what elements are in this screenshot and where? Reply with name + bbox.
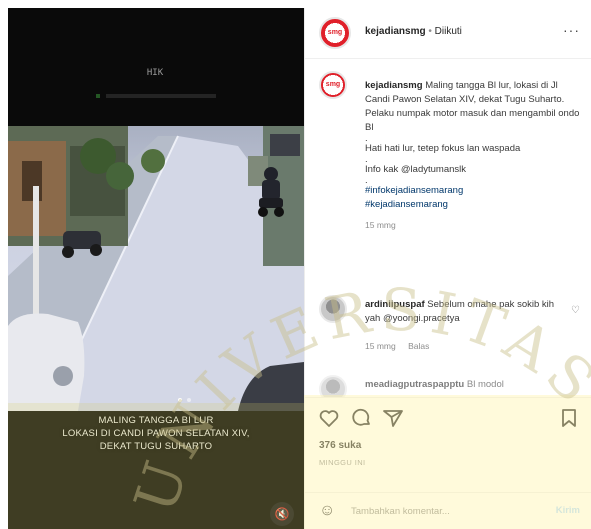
comment-like-icon[interactable]: ♡: [571, 305, 580, 316]
header-separator: •: [428, 26, 432, 37]
comment-meta: 15 mmg Balas: [365, 341, 439, 351]
post-time: minggu ini: [319, 458, 366, 467]
paper-plane-icon[interactable]: [381, 406, 405, 430]
caption-warning: Hati hati lur, tetep fokus lan waspada: [365, 143, 521, 154]
commenter-avatar[interactable]: [319, 295, 347, 323]
caption-dot-2: .: [365, 154, 368, 165]
camera-status-bar: [96, 94, 216, 98]
post-side-panel: smg kejadiansmg • Diikuti ··· smg kejadi…: [304, 8, 591, 529]
bookmark-icon[interactable]: [557, 406, 581, 430]
comment-input[interactable]: [351, 502, 531, 520]
smiley-icon[interactable]: ☺: [319, 502, 335, 520]
comment-body: meadiagputraspapptu Bl modol: [365, 379, 504, 390]
account-avatar[interactable]: smg: [319, 17, 351, 49]
commenter-username[interactable]: meadiagputraspapptu: [365, 379, 464, 390]
caption-body: kejadiansmg Maling tangga Bl lur, lokasi…: [365, 79, 580, 232]
comment-body: ardiniipuspaf Sebelum omahe pak sokib ki…: [365, 298, 561, 326]
caption-dot: .: [365, 133, 368, 144]
header-user-line: kejadiansmg • Diikuti: [365, 26, 462, 37]
carousel-dot-active: [178, 398, 182, 402]
caption-info: Info kak @ladytumanslk: [365, 164, 466, 175]
hashtag-link[interactable]: #kejadiansemarang: [365, 198, 580, 212]
video-caption-text: MALING TANGGA BI LUR LOKASI DI CANDI PAW…: [28, 414, 284, 453]
post-header: smg kejadiansmg • Diikuti ···: [305, 8, 591, 59]
comment-text: Bl modol: [466, 379, 504, 390]
caption-avatar[interactable]: smg: [319, 71, 347, 99]
caption-line-1: MALING TANGGA BI LUR: [98, 415, 214, 426]
add-comment-bar: ☺ Kirim: [305, 492, 591, 529]
reply-button[interactable]: Balas: [408, 341, 429, 351]
comment-item: meadiagputraspapptu Bl modol: [319, 375, 584, 397]
commenter-username[interactable]: ardiniipuspaf: [365, 299, 425, 310]
action-bar: [305, 397, 591, 438]
cctv-street-scene: [8, 126, 304, 411]
commenter-avatar[interactable]: [319, 375, 347, 397]
caption-line-3: DEKAT TUGU SUHARTO: [99, 441, 213, 452]
header-username[interactable]: kejadiansmg: [365, 26, 426, 37]
camera-brand-logo: HIK: [146, 68, 164, 78]
heart-icon[interactable]: [317, 406, 341, 430]
more-options-icon[interactable]: ···: [563, 22, 580, 38]
caption-dot-3: .: [365, 175, 368, 186]
speaker-muted-icon[interactable]: 🔇: [270, 502, 294, 526]
post-media[interactable]: HIK MALING TANGGA BI LUR LOKASI DI CANDI…: [8, 8, 304, 529]
caption-username[interactable]: kejadiansmg: [365, 80, 423, 91]
caption-line-2: LOKASI DI CANDI PAWON SELATAN XIV,: [62, 428, 250, 439]
caption-time: 15 mmg: [365, 220, 396, 230]
comment-time: 15 mmg: [365, 341, 396, 351]
street-illustration: [8, 126, 304, 411]
video-top-band: HIK: [8, 8, 304, 126]
post-comment-button[interactable]: Kirim: [556, 505, 580, 516]
instagram-post-view: HIK MALING TANGGA BI LUR LOKASI DI CANDI…: [0, 0, 591, 529]
hashtag-link[interactable]: #infokejadiansemarang: [365, 184, 580, 198]
comments-scroll-area[interactable]: smg kejadiansmg Maling tangga Bl lur, lo…: [305, 59, 591, 397]
follow-status[interactable]: Diikuti: [435, 26, 462, 37]
like-count[interactable]: 376 suka: [319, 440, 361, 451]
carousel-indicator: [178, 398, 191, 402]
comment-icon[interactable]: [349, 406, 373, 430]
carousel-dot: [187, 398, 191, 402]
